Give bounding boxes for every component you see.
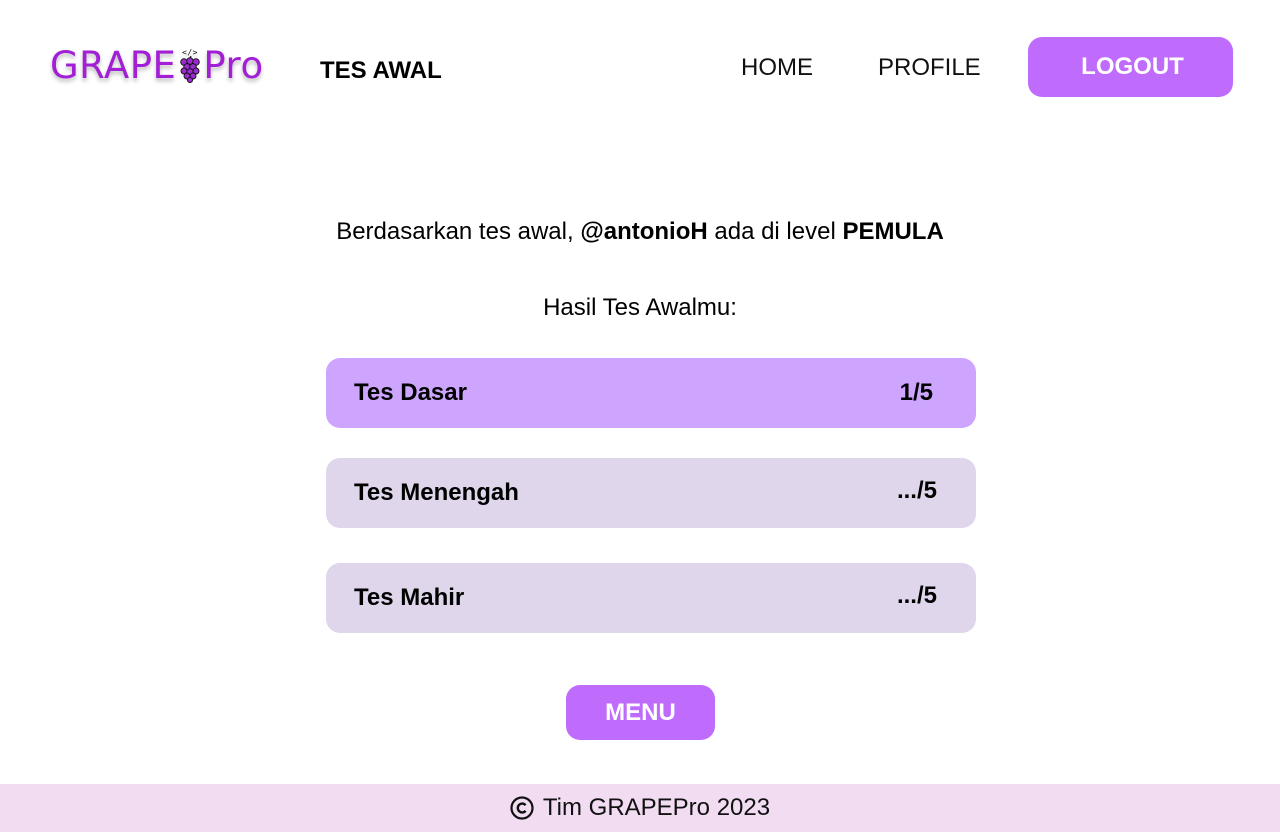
copyright-icon	[510, 796, 534, 820]
page-title: TES AWAL	[320, 57, 442, 84]
page: GRAPE </> Pro TES AWAL HOME PROFILE LOGO…	[0, 0, 1280, 832]
test-score: 1/5	[899, 379, 933, 406]
footer: Tim GRAPEPro 2023	[0, 784, 1280, 832]
result-username: @antonioH	[580, 218, 708, 245]
logout-button[interactable]: LOGOUT	[1028, 37, 1233, 97]
svg-text:</>: </>	[182, 48, 198, 57]
test-card-menengah[interactable]: Tes Menengah .../5	[326, 458, 976, 528]
result-middle: ada di level	[707, 218, 843, 245]
footer-text: Tim GRAPEPro 2023	[542, 794, 771, 821]
result-prefix: Berdasarkan tes awal,	[336, 218, 581, 245]
test-score: .../5	[896, 582, 937, 609]
result-level: PEMULA	[842, 218, 944, 245]
grape-icon: </>	[177, 47, 203, 83]
hasil-label: Hasil Tes Awalmu:	[543, 294, 737, 321]
test-card-mahir[interactable]: Tes Mahir .../5	[326, 563, 976, 633]
test-name: Tes Dasar	[354, 379, 467, 406]
logo[interactable]: GRAPE </> Pro	[50, 44, 264, 87]
test-name: Tes Mahir	[354, 584, 465, 611]
nav-profile-link[interactable]: PROFILE	[878, 54, 981, 82]
test-name: Tes Menengah	[354, 479, 519, 506]
logo-text-pro: Pro	[203, 44, 264, 87]
menu-button[interactable]: MENU	[566, 685, 715, 740]
result-summary: Berdasarkan tes awal, @antonioH ada di l…	[0, 218, 1280, 246]
test-card-dasar[interactable]: Tes Dasar 1/5	[326, 358, 976, 428]
test-score: .../5	[896, 477, 937, 504]
nav-home-link[interactable]: HOME	[741, 54, 813, 82]
logo-text-grape: GRAPE	[50, 44, 177, 87]
